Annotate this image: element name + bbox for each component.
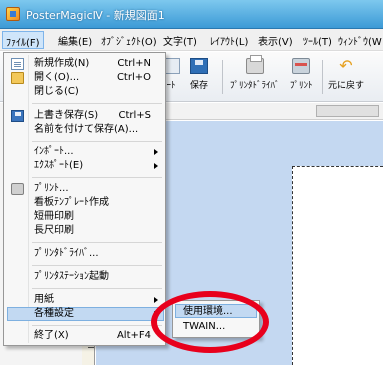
- submenu-arrow-icon: [154, 149, 158, 155]
- menu-item-print[interactable]: ﾌﾟﾘﾝﾄ...: [34, 183, 69, 195]
- menu-separator: [32, 325, 162, 326]
- menu-item-export[interactable]: ｴｸｽﾎﾟｰﾄ(E): [34, 160, 83, 172]
- save-icon: [190, 58, 208, 74]
- menu-item-paper[interactable]: 用紙: [34, 294, 54, 306]
- save-floppy-icon: [11, 110, 24, 122]
- menu-separator: [32, 141, 162, 142]
- toolbar-undo-label: 元に戻す: [328, 81, 365, 91]
- document-tab[interactable]: [316, 105, 379, 117]
- title-bar: PosterMagicⅣ - 新規図面1: [0, 0, 383, 29]
- menu-item-exit[interactable]: 終了(X): [34, 330, 69, 342]
- toolbar-print-button[interactable]: ﾌﾟﾘﾝﾄ: [290, 58, 313, 91]
- menu-text[interactable]: 文字(T): [163, 33, 197, 48]
- toolbar-separator: [322, 60, 323, 94]
- submenu-arrow-icon: [154, 163, 158, 169]
- app-icon: [6, 7, 20, 21]
- menu-edit[interactable]: 編集(E): [58, 33, 92, 48]
- menu-layout[interactable]: ﾚｲｱｳﾄ(L): [210, 33, 248, 48]
- menu-separator: [32, 177, 162, 178]
- print-icon: [292, 58, 311, 74]
- shortcut-new: Ctrl+N: [117, 58, 151, 69]
- shortcut-open: Ctrl+O: [116, 72, 151, 83]
- window-title: PosterMagicⅣ - 新規図面1: [26, 9, 165, 22]
- undo-icon: ↶: [339, 56, 353, 75]
- menu-item-import[interactable]: ｲﾝﾎﾟｰﾄ...: [34, 146, 74, 158]
- menu-item-settings[interactable]: 各種設定: [34, 308, 74, 320]
- menu-bar: ﾌｧｲﾙ(F) 編集(E) ｵﾌﾞｼﾞｪｸﾄ(O) 文字(T) ﾚｲｱｳﾄ(L)…: [0, 29, 383, 51]
- menu-separator: [32, 265, 162, 266]
- drawing-page[interactable]: [292, 166, 383, 365]
- menu-item-strip-print[interactable]: 短冊印刷: [34, 211, 74, 223]
- menu-window[interactable]: ｳｨﾝﾄﾞｳ(W: [338, 33, 382, 48]
- submenu-arrow-icon: [154, 297, 158, 303]
- menu-item-save[interactable]: 上書き保存(S): [34, 110, 98, 122]
- toolbar-separator: [222, 60, 223, 94]
- menu-item-printer-station[interactable]: ﾌﾟﾘﾝﾀｽﾃｰｼｮﾝ起動: [34, 271, 109, 283]
- toolbar-save-label: 保存: [190, 81, 209, 91]
- menu-gutter: [28, 55, 29, 343]
- menu-item-close[interactable]: 閉じる(C): [34, 86, 79, 98]
- toolbar-printer-driver-button[interactable]: ﾌﾟﾘﾝﾀﾄﾞﾗｲﾊﾞ: [230, 55, 280, 91]
- menu-item-new[interactable]: 新規作成(N): [34, 58, 89, 70]
- printer-icon: [245, 55, 264, 74]
- print-icon: [11, 183, 24, 195]
- annotation-circle: [151, 291, 269, 353]
- shortcut-exit: Alt+F4: [116, 330, 151, 341]
- toolbar-printer-driver-label: ﾌﾟﾘﾝﾀﾄﾞﾗｲﾊﾞ: [230, 81, 280, 91]
- shortcut-save: Ctrl+S: [118, 110, 151, 121]
- new-document-icon: [11, 58, 24, 70]
- menu-view[interactable]: 表示(V): [258, 33, 293, 48]
- menu-item-long-print[interactable]: 長尺印刷: [34, 225, 74, 237]
- menu-item-save-as[interactable]: 名前を付けて保存(A)...: [34, 124, 138, 136]
- menu-file[interactable]: ﾌｧｲﾙ(F): [2, 31, 44, 49]
- menu-object[interactable]: ｵﾌﾞｼﾞｪｸﾄ(O): [101, 33, 157, 48]
- toolbar-save-button[interactable]: 保存: [190, 58, 208, 91]
- menu-item-open[interactable]: 開く(O)...: [34, 72, 79, 84]
- toolbar-undo-button[interactable]: ↶ 元に戻す: [328, 56, 365, 92]
- menu-tools[interactable]: ﾂｰﾙ(T): [303, 33, 332, 48]
- menu-item-highlight: [7, 307, 164, 321]
- file-menu-dropdown: 新規作成(N) Ctrl+N 開く(O)... Ctrl+O 閉じる(C) 上書…: [3, 52, 166, 346]
- menu-item-printer-driver[interactable]: ﾌﾟﾘﾝﾀﾄﾞﾗｲﾊﾞ...: [34, 248, 99, 260]
- open-folder-icon: [11, 72, 24, 84]
- menu-separator: [32, 103, 162, 104]
- toolbar-print-label: ﾌﾟﾘﾝﾄ: [290, 81, 313, 91]
- menu-separator: [32, 242, 162, 243]
- menu-separator: [32, 288, 162, 289]
- menu-item-sign-template[interactable]: 看板ﾃﾝﾌﾟﾚｰﾄ作成: [34, 197, 109, 209]
